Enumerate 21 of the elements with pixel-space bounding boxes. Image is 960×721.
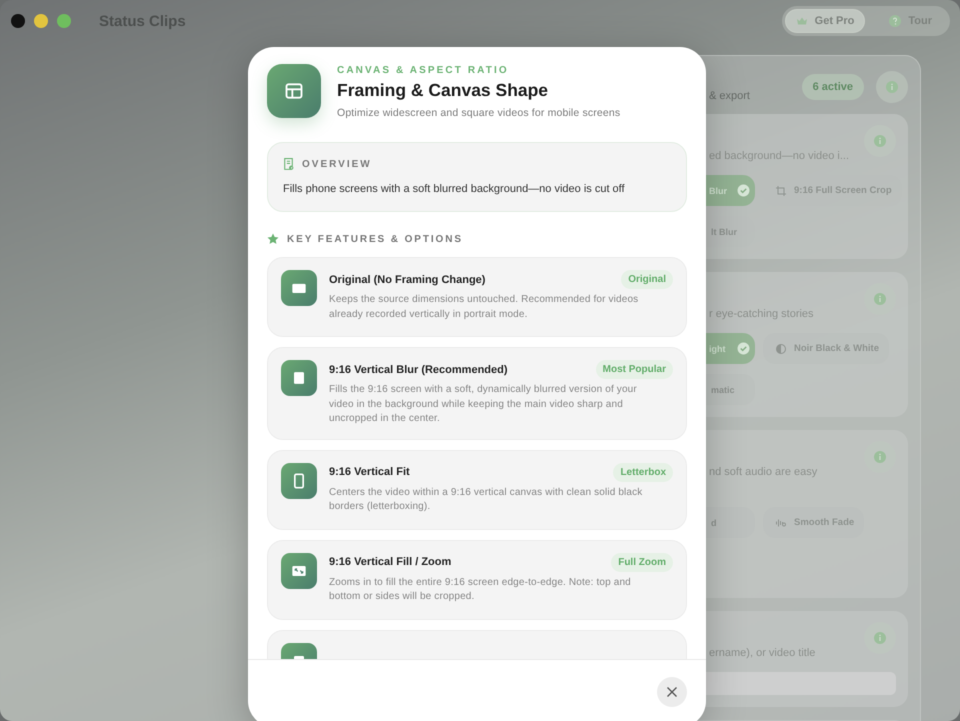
dialog-title: Framing & Canvas Shape <box>337 80 550 101</box>
active-count-badge: 6 active <box>802 74 864 100</box>
option-tag: Letterbox <box>613 462 673 482</box>
panel-subtitle: & export <box>709 90 750 102</box>
option-description: Zooms in to fill the entire 9:16 screen edge-to-edge. Note: top and bottom or sides will be cropped. <box>329 576 632 604</box>
option-title: 9:16 Vertical Fit <box>329 466 410 478</box>
overview-text: Fills phone screens with a soft blurred background—no video is cut off <box>283 183 626 195</box>
option-tag: Original <box>621 270 673 289</box>
option-description: Centers the video within a 9:16 vertical canvas with clean solid black borders (letterboxing). <box>329 486 644 514</box>
option-tag: Most Popular <box>596 360 673 379</box>
overview-label: OVERVIEW <box>302 159 372 170</box>
features-heading: KEY FEATURES & OPTIONS <box>287 234 463 244</box>
option-tag: Full Zoom <box>611 552 673 572</box>
option-description: Keeps the source dimensions untouched. Recommended for videos already recorded vertically in portrait mode. <box>329 293 640 322</box>
option-title: 9:16 Vertical Fill / Zoom <box>329 556 452 568</box>
dialog-category: CANVAS & ASPECT RATIO <box>337 65 510 76</box>
option-title: 9:16 Vertical Blur (Recommended) <box>329 364 508 376</box>
option-title: Original (No Framing Change) <box>329 274 486 286</box>
get-pro-button[interactable]: Get Pro <box>784 9 866 33</box>
dialog-subtitle: Optimize widescreen and square videos for mobile screens <box>337 107 620 119</box>
option-description: Fills the 9:16 screen with a soft, dynamically blurred version of your video in the background while keeping the main video sharp and uncropped in the center. <box>329 383 638 426</box>
